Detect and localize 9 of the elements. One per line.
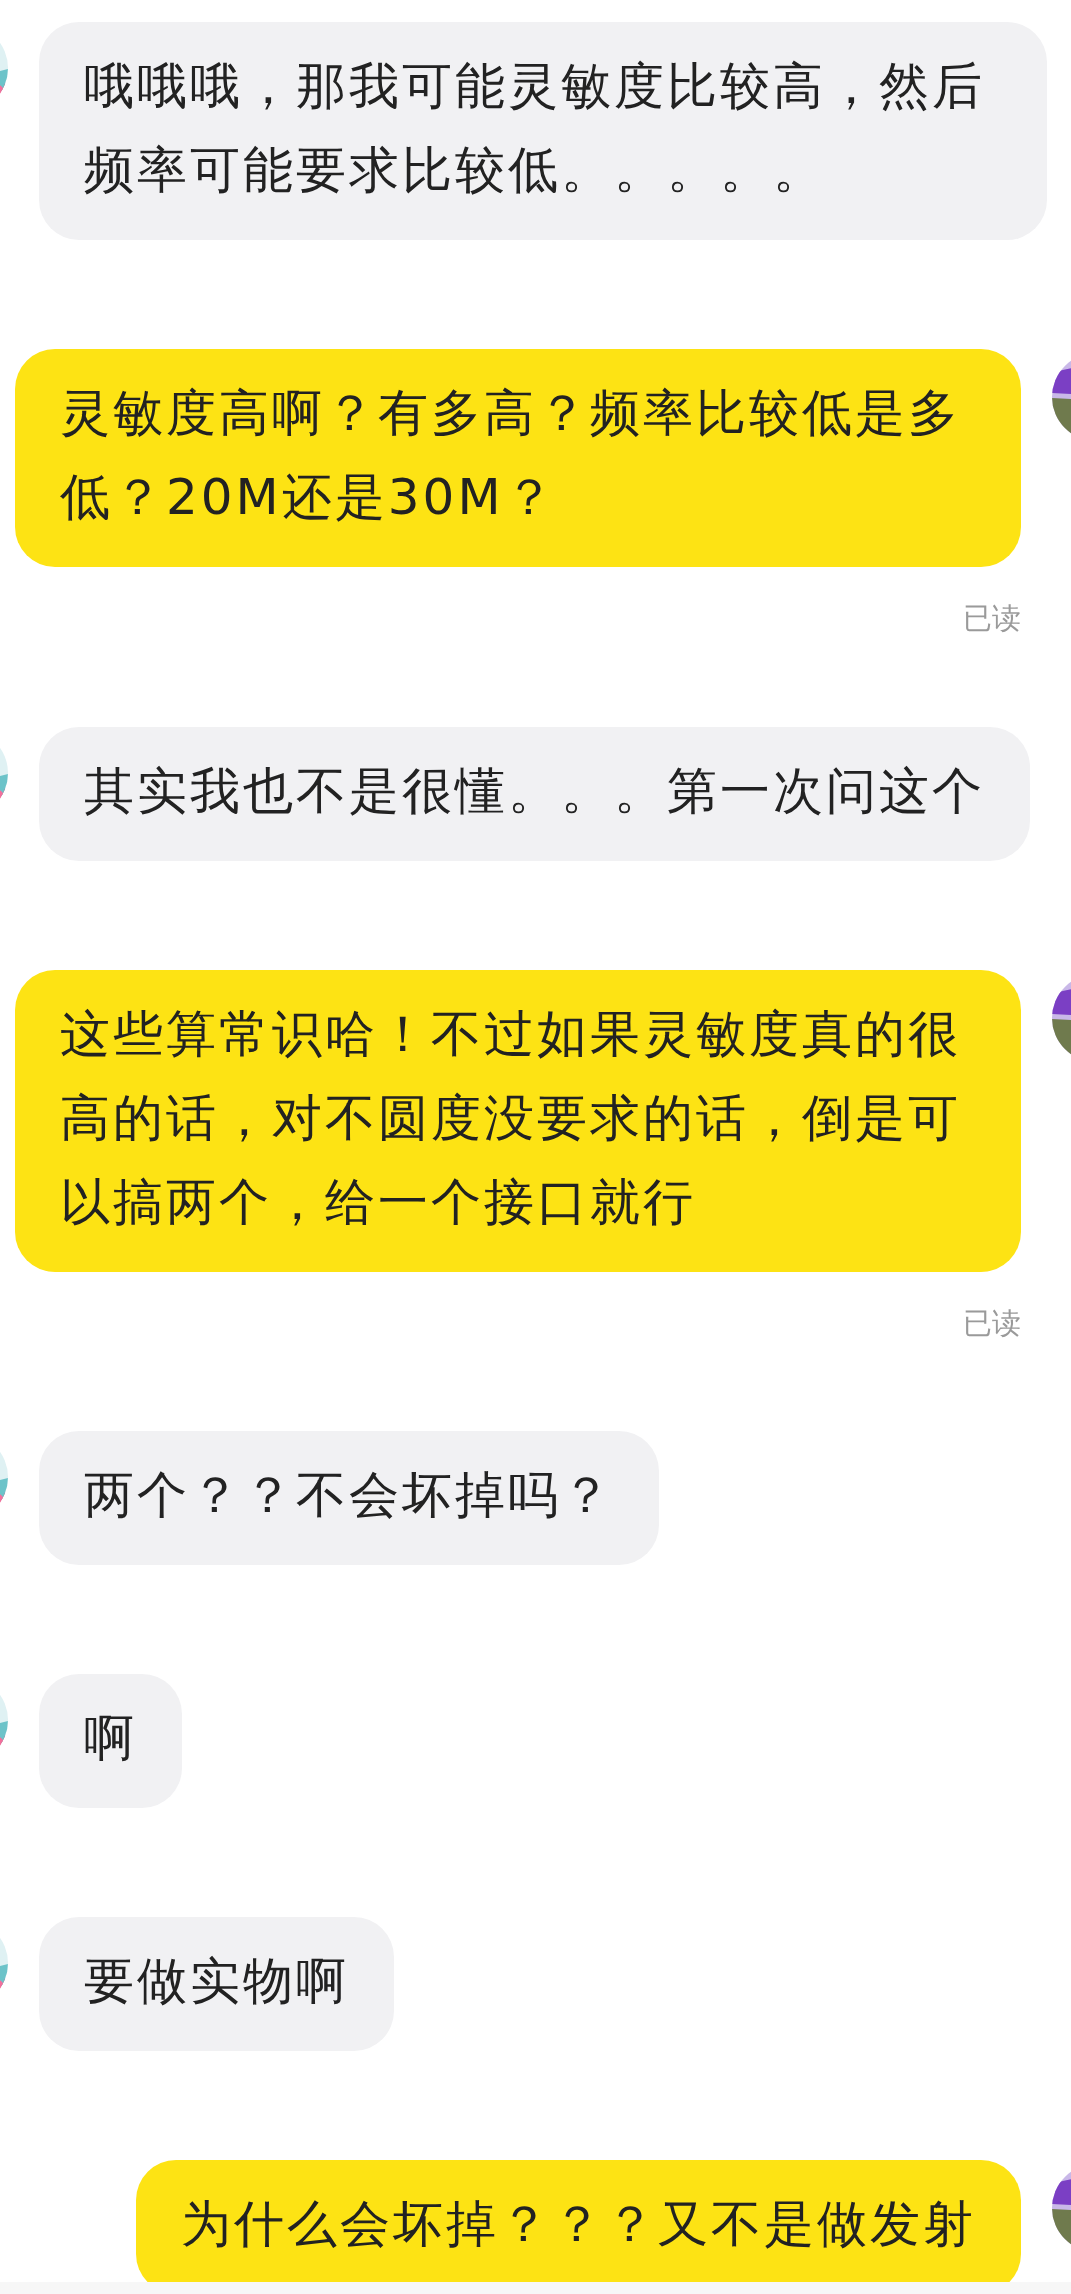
message-bubble: 啊 — [39, 1674, 182, 1808]
message-bubble: 其实我也不是很懂。。。第一次问这个 — [39, 726, 1030, 861]
message-bubble: 哦哦哦，那我可能灵敏度比较高，然后频率可能要求比较低。。。。。 — [39, 22, 1047, 240]
message-bubble: 两个？？不会坏掉吗？ — [39, 1431, 659, 1565]
message-bubble: 要做实物啊 — [39, 1917, 394, 2051]
read-receipt: 已读 — [963, 1304, 1021, 1342]
read-receipt: 已读 — [963, 600, 1021, 637]
message-bubble: 这些算常识哈！不过如果灵敏度真的很高的话，对不圆度没要求的话，倒是可以搞两个，给一个接口就行 — [15, 969, 1021, 1272]
message-bubble: 灵敏度高啊？有多高？频率比较低是多低？20M还是30M？ — [15, 349, 1021, 567]
